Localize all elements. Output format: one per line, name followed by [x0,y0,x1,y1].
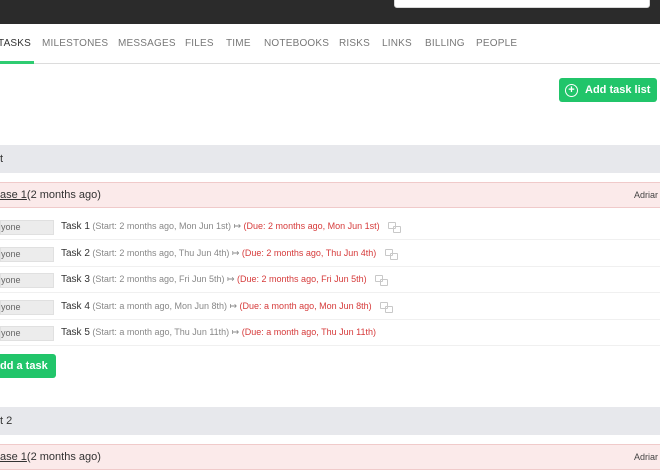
task-row: yone Task 3 (Start: 2 months ago, Fri Ju… [0,269,660,293]
task-due: (Due: 2 months ago, Fri Jun 5th) [237,274,367,284]
task-due: (Due: a month ago, Thu Jun 11th) [241,327,376,337]
task-details: Task 3 (Start: 2 months ago, Fri Jun 5th… [61,274,389,286]
task-list-title: t [0,153,4,165]
milestone-bar: ase 1 (2 months ago) Adriar [0,444,660,470]
comments-icon[interactable] [384,248,398,260]
task-details: Task 1 (Start: 2 months ago, Mon Jun 1st… [61,221,402,233]
tab-time[interactable]: TIME [226,38,251,49]
task-row: yone Task 4 (Start: a month ago, Mon Jun… [0,296,660,320]
task-list-title: t 2 [0,415,13,427]
task-start: (Start: a month ago, Mon Jun 8th) [92,301,227,311]
tab-notebooks[interactable]: NOTEBOOKS [264,38,329,49]
tab-milestones[interactable]: MILESTONES [42,38,108,49]
task-details: Task 4 (Start: a month ago, Mon Jun 8th)… [61,301,394,313]
task-name[interactable]: Task 5 [61,327,90,338]
project-tabs: TASKS MILESTONES MESSAGES FILES TIME NOT… [0,24,660,64]
task-start: (Start: a month ago, Thu Jun 11th) [92,327,230,337]
date-arrow: ↦ [231,221,244,231]
tab-links[interactable]: LINKS [382,38,412,49]
comments-icon[interactable] [388,221,402,233]
tab-messages[interactable]: MESSAGES [118,38,176,49]
task-name[interactable]: Task 1 [61,221,90,232]
date-arrow: ↦ [227,301,240,311]
assignee-select[interactable]: yone [0,300,54,315]
task-name[interactable]: Task 2 [61,248,90,259]
add-task-button[interactable]: dd a task [0,354,56,378]
tab-risks[interactable]: RISKS [339,38,370,49]
milestone-age: (2 months ago) [26,189,101,201]
task-details: Task 2 (Start: 2 months ago, Thu Jun 4th… [61,248,398,260]
tab-billing[interactable]: BILLING [425,38,465,49]
task-due: (Due: a month ago, Mon Jun 8th) [239,301,372,311]
task-due: (Due: 2 months ago, Mon Jun 1st) [243,221,380,231]
date-arrow: ↦ [229,327,242,337]
assignee-select[interactable]: yone [0,273,54,288]
milestone-owner: Adriar [633,190,658,200]
task-start: (Start: 2 months ago, Fri Jun 5th) [92,274,225,284]
milestone-owner: Adriar [633,452,658,462]
task-start: (Start: 2 months ago, Thu Jun 4th) [92,248,230,258]
tab-files[interactable]: FILES [185,38,214,49]
date-arrow: ↦ [229,248,242,258]
task-list-header: t [0,145,660,173]
task-name[interactable]: Task 4 [61,301,90,312]
milestone-age: (2 months ago) [26,451,101,463]
task-name[interactable]: Task 3 [61,274,90,285]
tab-people[interactable]: PEOPLE [476,38,517,49]
task-list-header: t 2 [0,407,660,435]
add-task-list-button[interactable]: + Add task list [559,78,657,102]
task-details: Task 5 (Start: a month ago, Thu Jun 11th… [61,327,376,338]
task-row: yone Task 5 (Start: a month ago, Thu Jun… [0,322,660,346]
task-due: (Due: 2 months ago, Thu Jun 4th) [241,248,377,258]
tab-tasks[interactable]: TASKS [0,38,31,49]
assignee-select[interactable]: yone [0,220,54,235]
search-input[interactable] [394,0,650,8]
active-tab-indicator [0,61,34,64]
assignee-select[interactable]: yone [0,247,54,262]
plus-circle-icon: + [565,83,578,97]
assignee-select[interactable]: yone [0,326,54,341]
task-row: yone Task 2 (Start: 2 months ago, Thu Ju… [0,243,660,267]
date-arrow: ↦ [224,274,238,284]
add-task-label: dd a task [0,360,48,372]
add-task-list-label: Add task list [585,84,651,96]
comments-icon[interactable] [380,301,394,313]
comments-icon[interactable] [375,274,389,286]
task-row: yone Task 1 (Start: 2 months ago, Mon Ju… [0,216,660,240]
milestone-link[interactable]: ase 1 [0,189,27,201]
milestone-link[interactable]: ase 1 [0,451,27,463]
milestone-bar: ase 1 (2 months ago) Adriar [0,182,660,208]
top-bar [0,0,660,24]
task-start: (Start: 2 months ago, Mon Jun 1st) [92,221,231,231]
